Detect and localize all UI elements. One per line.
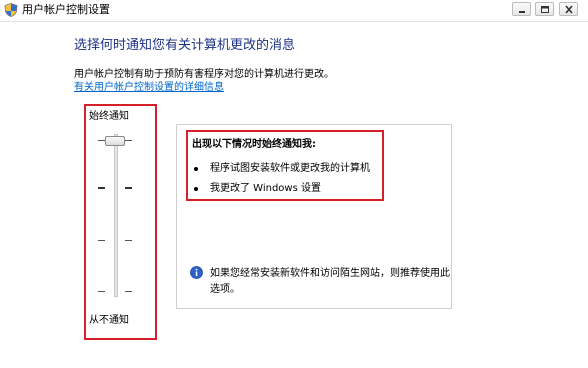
bullet-icon bbox=[194, 167, 198, 171]
uac-help-link[interactable]: 有关用户帐户控制设置的详细信息 bbox=[74, 81, 224, 94]
window-title: 用户帐户控制设置 bbox=[22, 3, 110, 16]
minimize-button[interactable] bbox=[512, 2, 531, 16]
slider-tick bbox=[98, 187, 105, 189]
minimize-icon bbox=[519, 11, 525, 13]
panel-title: 出现以下情况时始终通知我: bbox=[192, 139, 316, 150]
slider-tick bbox=[98, 240, 105, 241]
slider-thumb[interactable] bbox=[105, 136, 125, 146]
maximize-icon bbox=[541, 6, 549, 13]
title-bar: 用户帐户控制设置 bbox=[0, 0, 588, 22]
slider-track[interactable] bbox=[114, 134, 118, 297]
slider-bottom-label: 从不通知 bbox=[89, 315, 129, 326]
slider-top-label: 始终通知 bbox=[89, 111, 129, 122]
page-heading: 选择何时通知您有关计算机更改的消息 bbox=[74, 38, 296, 53]
info-icon bbox=[190, 266, 203, 279]
slider-tick bbox=[98, 140, 105, 141]
close-icon bbox=[565, 5, 573, 14]
panel-item: 我更改了 Windows 设置 bbox=[210, 183, 321, 194]
maximize-button[interactable] bbox=[535, 2, 554, 16]
bullet-icon bbox=[194, 187, 198, 191]
uac-settings-window: 用户帐户控制设置 选择何时通知您有关计算机更改的消息 用户帐户控制有助于预防有害… bbox=[0, 0, 588, 368]
slider-tick bbox=[98, 291, 105, 292]
panel-item: 程序试图安装软件或更改我的计算机 bbox=[210, 163, 370, 174]
page-description: 用户帐户控制有助于预防有害程序对您的计算机进行更改。 bbox=[74, 69, 334, 80]
slider-tick bbox=[125, 240, 132, 241]
slider-tick bbox=[125, 291, 132, 292]
slider-tick bbox=[125, 140, 132, 141]
recommendation-note: 如果您经常安装新软件和访问陌生网站，则推荐使用此选项。 bbox=[210, 268, 450, 295]
slider-tick bbox=[125, 187, 132, 189]
uac-shield-icon bbox=[4, 3, 18, 17]
close-button[interactable] bbox=[559, 2, 578, 16]
